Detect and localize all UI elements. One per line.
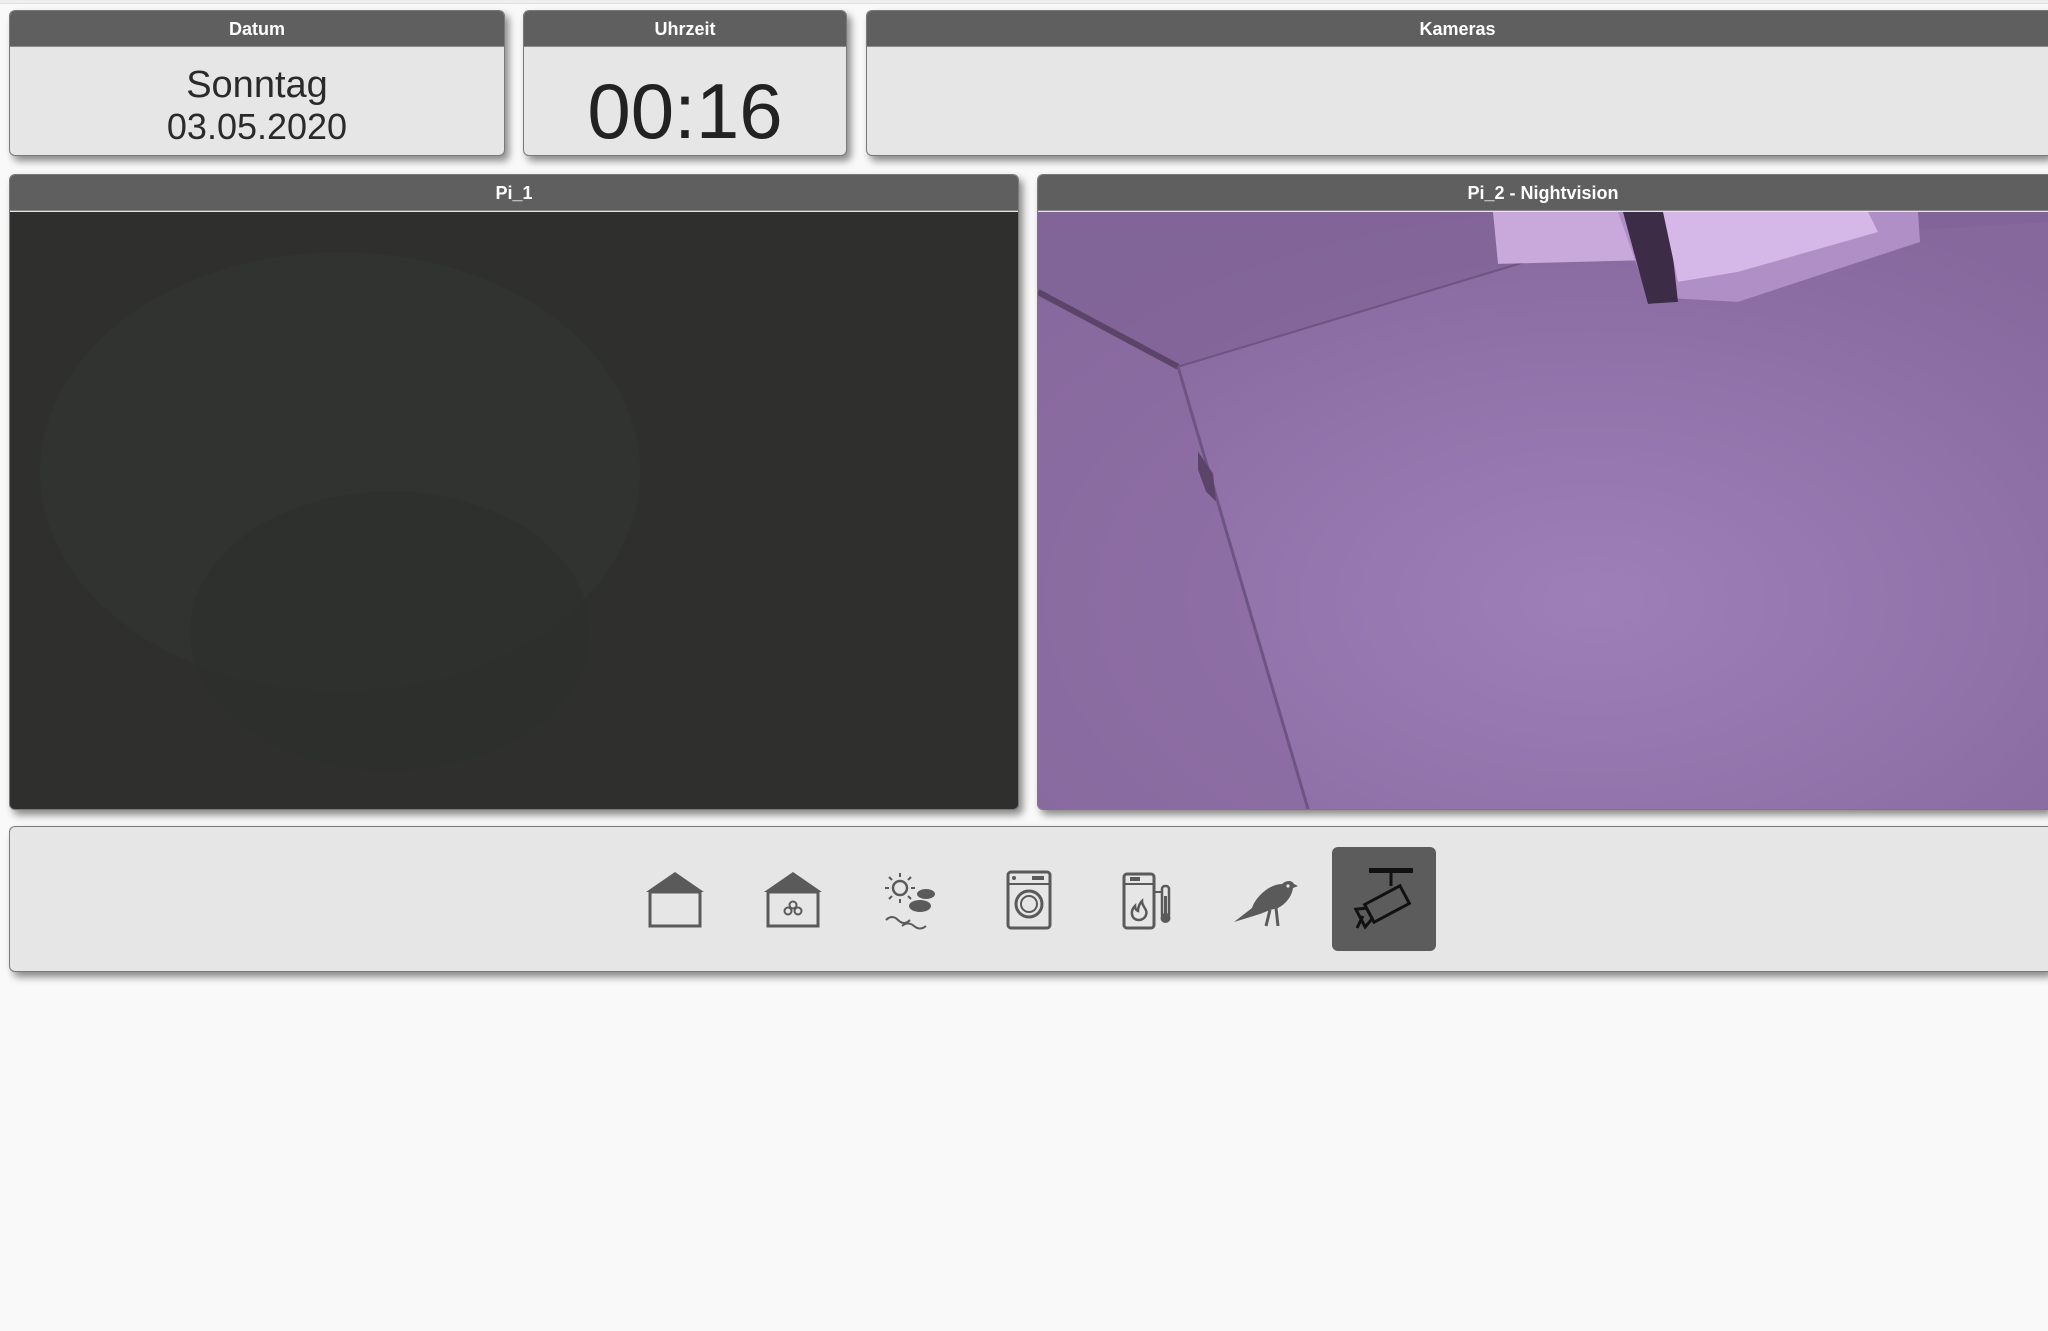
camera-pi2-feed[interactable] [1038,212,2048,809]
time-value: 00:16 [587,67,783,155]
boiler-thermometer-icon [1122,872,1171,930]
nav-heating-button[interactable] [1095,847,1199,951]
navigation-bar [9,826,2048,972]
house-icon [646,872,704,928]
camera-pi1-title: Pi_1 [10,175,1018,211]
date-widget: Datum Sonntag 03.05.2020 [9,10,505,156]
cameras-widget: Kameras [866,10,2048,156]
nav-ventilation-button[interactable] [741,847,845,951]
date-value: 03.05.2020 [166,106,348,147]
nav-home-button[interactable] [623,847,727,951]
house-fan-icon [764,872,822,928]
camera-pi2-title: Pi_2 - Nightvision [1038,175,2048,211]
security-camera-icon [1353,868,1413,930]
camera-pi1-panel: Pi_1 [9,174,1019,810]
weather-sun-clouds-icon [885,873,935,930]
date-widget-title: Datum [10,11,504,47]
camera-pi1-feed[interactable] [10,212,1018,809]
washing-machine-icon [1006,870,1052,930]
nav-weather-button[interactable] [859,847,963,951]
bird-icon [1234,881,1298,927]
nav-cameras-button[interactable] [1332,847,1436,951]
nav-bird-button[interactable] [1213,847,1317,951]
time-widget-title: Uhrzeit [524,11,846,47]
weekday-label: Sonntag [186,64,328,106]
top-edge-bar [0,0,2048,4]
cameras-widget-title: Kameras [867,11,2048,47]
camera-pi2-panel: Pi_2 - Nightvision [1037,174,2048,810]
time-widget: Uhrzeit 00:16 [523,10,847,156]
nav-washing-button[interactable] [977,847,1081,951]
